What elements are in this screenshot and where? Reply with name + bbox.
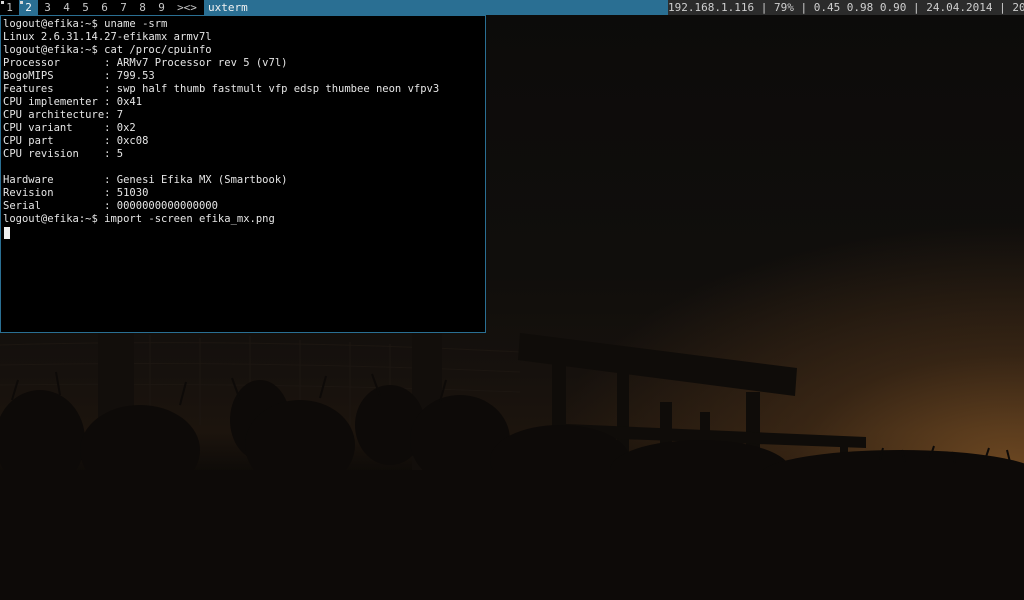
terminal-line: logout@efika:~$ import -screen efika_mx.… [3,213,275,225]
workspace-label: 9 [158,1,165,14]
terminal-line: Linux 2.6.31.14.27-efikamx armv7l [3,31,212,43]
workspace-label: 5 [82,1,89,14]
workspace-1[interactable]: 1 [0,0,19,15]
occupied-indicator [1,1,4,4]
system-status-text: 192.168.1.116 | 79% | 0.45 0.98 0.90 | 2… [668,0,1024,15]
workspace-label: 6 [101,1,108,14]
terminal-line: Revision : 51030 [3,187,149,199]
terminal-line: Hardware : Genesi Efika MX (Smartbook) [3,174,288,186]
workspace-3[interactable]: 3 [38,0,57,15]
terminal-line: CPU variant : 0x2 [3,122,136,134]
workspace-8[interactable]: 8 [133,0,152,15]
terminal-line: CPU revision : 5 [3,148,124,160]
workspace-label: 2 [25,1,32,14]
workspace-5[interactable]: 5 [76,0,95,15]
terminal-cursor[interactable] [4,227,10,239]
terminal-line: CPU implementer : 0x41 [3,96,143,108]
terminal-output: logout@efika:~$ uname -srm Linux 2.6.31.… [3,18,439,226]
workspace-9[interactable]: 9 [152,0,171,15]
occupied-indicator [20,1,23,4]
terminal-line: Serial : 0000000000000000 [3,200,218,212]
terminal-line: logout@efika:~$ uname -srm [3,18,168,30]
status-bar: 1 2 3 4 5 6 7 8 9 ><> uxterm 192.168.1.1… [0,0,1024,15]
workspace-6[interactable]: 6 [95,0,114,15]
terminal-line: Processor : ARMv7 Processor rev 5 (v7l) [3,57,288,69]
focused-window-title[interactable]: uxterm [204,0,668,15]
uxterm-window[interactable]: logout@efika:~$ uname -srm Linux 2.6.31.… [0,15,486,333]
terminal-line: CPU part : 0xc08 [3,135,149,147]
workspace-label: 8 [139,1,146,14]
terminal-line: CPU architecture: 7 [3,109,124,121]
workspace-label: 4 [63,1,70,14]
workspace-7[interactable]: 7 [114,0,133,15]
terminal-line: logout@efika:~$ cat /proc/cpuinfo [3,44,212,56]
terminal-line: BogoMIPS : 799.53 [3,70,155,82]
workspace-4[interactable]: 4 [57,0,76,15]
workspace-label: 7 [120,1,127,14]
workspace-label: 3 [44,1,51,14]
workspace-label: 1 [6,1,13,14]
terminal-line: Features : swp half thumb fastmult vfp e… [3,83,440,95]
workspace-2[interactable]: 2 [19,0,38,15]
layout-indicator[interactable]: ><> [175,0,199,15]
